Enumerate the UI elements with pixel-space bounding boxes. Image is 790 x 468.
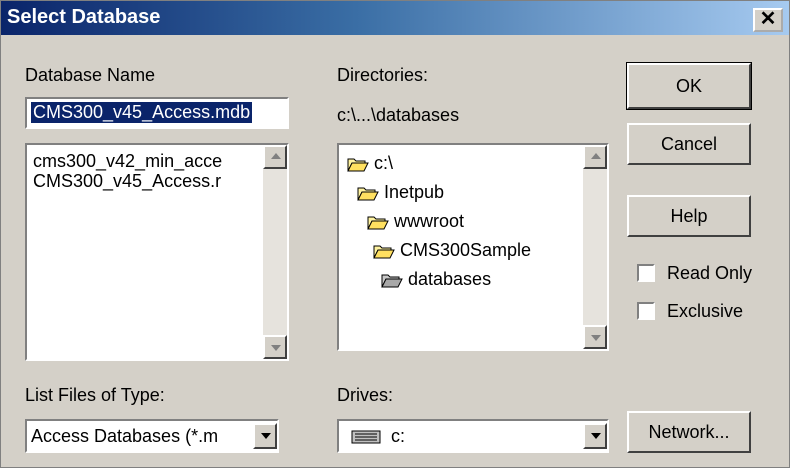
scroll-down-button[interactable] (583, 325, 607, 349)
file-list[interactable]: cms300_v42_min_acce CMS300_v45_Access.r (25, 143, 289, 361)
file-type-dropdown-button[interactable] (253, 423, 277, 449)
window-title: Select Database (7, 6, 161, 28)
open-folder-icon (373, 245, 395, 259)
drives-select[interactable]: c: (337, 419, 609, 453)
directory-tree-scrollbar[interactable] (583, 145, 607, 349)
directory-item-wwwroot[interactable]: wwwroot (367, 209, 464, 233)
directory-item-label: CMS300Sample (400, 240, 532, 260)
arrow-down-icon (591, 335, 601, 341)
directories-label: Directories: (337, 65, 429, 85)
help-button[interactable]: Help (627, 195, 751, 237)
network-button[interactable]: Network... (627, 411, 751, 453)
file-type-select[interactable]: Access Databases (*.m (25, 419, 279, 453)
database-name-label: Database Name (25, 65, 156, 85)
directory-item-label: Inetpub (384, 182, 445, 202)
open-folder-icon (347, 158, 369, 172)
file-list-item[interactable]: cms300_v42_min_acce (33, 151, 222, 172)
file-type-label: List Files of Type: (25, 385, 165, 405)
directory-item-databases[interactable]: databases (381, 267, 491, 291)
open-folder-icon (357, 187, 379, 201)
title-bar[interactable]: Select Database ✕ (1, 1, 789, 35)
directory-tree[interactable]: c:\ Inetpub wwwroot CMS300Sample databas… (337, 143, 609, 351)
drives-dropdown-button[interactable] (583, 423, 607, 449)
exclusive-checkbox[interactable] (637, 302, 655, 320)
arrow-down-icon (271, 345, 281, 351)
ok-button[interactable]: OK (626, 62, 752, 110)
open-folder-icon (367, 216, 389, 230)
directory-item-inetpub[interactable]: Inetpub (357, 180, 444, 204)
scroll-down-button[interactable] (263, 335, 287, 359)
hard-drive-icon (351, 430, 381, 444)
exclusive-label[interactable]: Exclusive (667, 301, 743, 322)
directory-item-c[interactable]: c:\ (347, 151, 393, 175)
current-path: c:\...\databases (337, 105, 460, 125)
arrow-up-icon (591, 153, 601, 159)
drives-label: Drives: (337, 385, 394, 405)
file-list-scrollbar[interactable] (263, 145, 287, 359)
close-icon: ✕ (759, 8, 777, 30)
scroll-up-button[interactable] (583, 145, 607, 169)
directory-item-label: c:\ (374, 153, 394, 173)
scroll-up-button[interactable] (263, 145, 287, 169)
read-only-checkbox[interactable] (637, 264, 655, 282)
database-name-value: CMS300_v45_Access.mdb (31, 102, 253, 123)
directory-item-label: wwwroot (394, 211, 465, 231)
drives-value: c: (391, 426, 406, 446)
directory-item-label: databases (408, 269, 492, 289)
chevron-down-icon (261, 433, 271, 439)
file-list-item[interactable]: CMS300_v45_Access.r (33, 171, 221, 192)
cancel-button[interactable]: Cancel (627, 123, 751, 165)
directory-item-cms300sample[interactable]: CMS300Sample (373, 238, 531, 262)
read-only-label[interactable]: Read Only (667, 263, 752, 284)
select-database-dialog: Select Database ✕ Database Name CMS300_v… (0, 0, 790, 468)
open-folder-icon (381, 274, 403, 288)
database-name-input[interactable]: CMS300_v45_Access.mdb (25, 97, 289, 129)
arrow-up-icon (271, 153, 281, 159)
close-button[interactable]: ✕ (753, 8, 783, 32)
chevron-down-icon (591, 433, 601, 439)
file-type-value: Access Databases (*.m (31, 426, 219, 446)
